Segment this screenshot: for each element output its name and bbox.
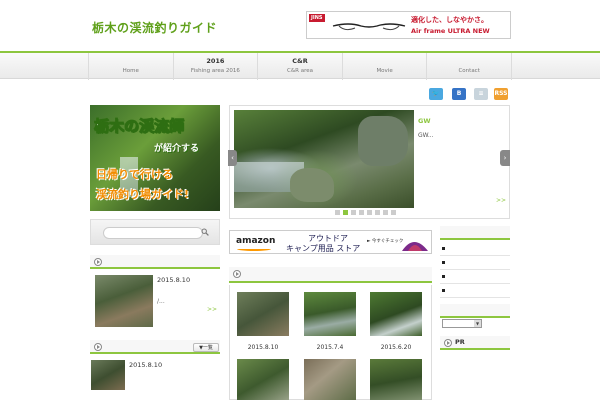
post-date: 2015.8.10 — [129, 361, 163, 369]
guide-banner[interactable]: 栃木の渓流師 が紹介する 日帰りで行ける 渓流釣り場ガイド! — [90, 105, 220, 211]
post-excerpt: /... — [157, 298, 165, 305]
category-item[interactable] — [440, 284, 510, 298]
nav-item-contact[interactable]: Contact — [427, 53, 512, 80]
banner-line4: 渓流釣り場ガイド! — [96, 188, 190, 201]
slide-image[interactable] — [234, 110, 415, 208]
category-item[interactable] — [440, 256, 510, 270]
slider-dot[interactable] — [367, 210, 372, 215]
slider-dot[interactable] — [383, 210, 388, 215]
slider-dot[interactable] — [391, 210, 396, 215]
ad-cta: ► 今すぐチェック — [367, 239, 404, 244]
more-link[interactable]: >> — [207, 306, 217, 313]
gallery-thumb[interactable] — [237, 292, 289, 336]
nav-item-label: Movie — [376, 68, 393, 74]
recent-post-widget-head — [90, 255, 220, 269]
play-icon — [233, 270, 241, 278]
jins-logo: JINS — [309, 14, 325, 22]
slider-dot[interactable] — [351, 210, 356, 215]
category-widget-head — [440, 226, 510, 240]
slider-dot[interactable] — [335, 210, 340, 215]
nav-item-movie[interactable]: Movie — [343, 53, 428, 80]
post-date: 2015.8.10 — [157, 276, 191, 284]
banner-line1: 栃木の渓流師 — [93, 117, 185, 136]
gallery-thumb[interactable] — [304, 292, 356, 336]
site-title[interactable]: 栃木の渓流釣りガイド — [92, 19, 217, 36]
twitter-icon[interactable]: 🐦 — [429, 88, 443, 100]
archive-widget-head — [440, 304, 510, 318]
archive-select[interactable]: ▼ — [442, 319, 482, 328]
hatena-icon[interactable]: B — [452, 88, 466, 100]
gallery-date: 2015.8.10 — [247, 344, 279, 351]
nav-item-label: Contact — [458, 68, 480, 74]
category-item[interactable] — [440, 242, 510, 256]
play-icon — [444, 339, 452, 347]
gallery-thumb[interactable] — [304, 359, 356, 400]
tent-icon — [402, 242, 428, 251]
gallery-thumb[interactable] — [370, 292, 422, 336]
nav-item-cr-area[interactable]: C&R C&R area — [258, 53, 343, 80]
main-nav: Home 2016 Fishing area 2016 C&R C&R area… — [0, 51, 600, 80]
nav-item-top: 2016 — [206, 57, 225, 65]
gallery-date: 2015.6.20 — [380, 344, 412, 351]
nav-item-label: Home — [122, 68, 139, 74]
chevron-left-icon[interactable]: ‹ — [228, 150, 237, 166]
category-item[interactable] — [440, 270, 510, 284]
amazon-ad-banner[interactable]: amazon アウトドア キャンプ用品 ストア ► 今すぐチェック — [229, 230, 432, 254]
slider-dot[interactable] — [375, 210, 380, 215]
ad-tagline: 適化した、しなやかさ。 — [411, 16, 488, 24]
jins-ad-banner[interactable]: JINS 適化した、しなやかさ。 Air frame ULTRA NEW — [306, 11, 511, 39]
slider-dot[interactable] — [359, 210, 364, 215]
page: 栃木の渓流釣りガイド JINS 適化した、しなやかさ。 Air frame UL… — [0, 0, 600, 400]
nav-item-top: C&R — [292, 57, 308, 65]
post-thumbnail[interactable] — [91, 360, 125, 390]
chevron-right-icon[interactable]: › — [500, 150, 510, 166]
rss-icon[interactable]: RSS — [494, 88, 508, 100]
pr-label: PR — [455, 338, 465, 346]
ad-product: Air frame ULTRA NEW — [411, 27, 490, 35]
search-input[interactable] — [103, 227, 203, 239]
glasses-icon — [332, 23, 406, 31]
gallery-thumb[interactable] — [370, 359, 422, 400]
nav-item-label: Fishing area 2016 — [190, 68, 240, 74]
list-button[interactable]: ▼一覧 — [193, 343, 219, 352]
slide-more-link[interactable]: >> — [496, 197, 506, 204]
play-icon — [94, 258, 102, 266]
banner-line2: が紹介する — [154, 144, 200, 154]
nav-item-fishing-area[interactable]: 2016 Fishing area 2016 — [174, 53, 259, 80]
slide-caption: GW... — [418, 132, 434, 139]
gallery-thumb[interactable] — [237, 359, 289, 400]
post-thumbnail[interactable] — [95, 275, 153, 327]
slider-dot[interactable] — [343, 210, 348, 215]
photo-gallery: 2015.8.10 2015.7.4 2015.6.20 — [229, 285, 432, 400]
search-icon[interactable] — [201, 228, 209, 236]
banner-line3: 日帰りで行ける — [96, 168, 173, 181]
slider-pagination — [335, 210, 396, 215]
amazon-logo: amazon — [236, 236, 276, 246]
nav-item-home[interactable]: Home — [89, 53, 174, 80]
featured-slider — [229, 105, 428, 219]
nav-item-label: C&R area — [287, 68, 313, 74]
chevron-down-icon: ▼ — [474, 320, 481, 327]
feed-icon[interactable]: ≡ — [474, 88, 488, 100]
amazon-smile-icon — [237, 247, 271, 251]
gallery-date: 2015.7.4 — [316, 344, 344, 351]
slide-tag[interactable]: GW — [418, 117, 431, 125]
search-box — [90, 219, 220, 245]
pr-widget-head — [440, 336, 510, 350]
play-icon — [94, 343, 102, 351]
gallery-head — [229, 267, 432, 283]
ad-line2: キャンプ用品 ストア — [286, 244, 361, 253]
